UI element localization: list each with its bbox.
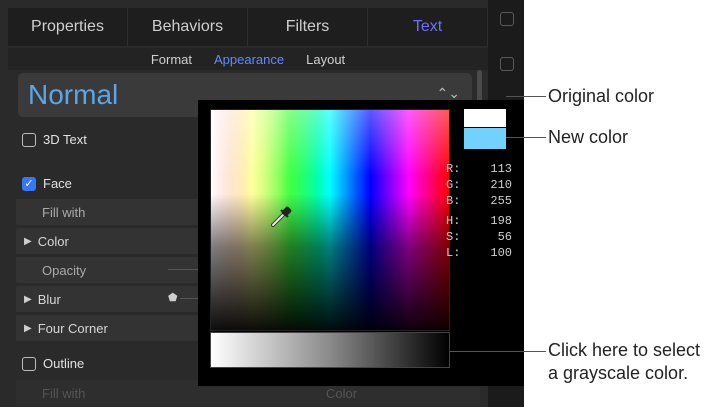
- r-label: R:: [446, 162, 461, 176]
- tab-behaviors[interactable]: Behaviors: [128, 8, 248, 46]
- tab-filters[interactable]: Filters: [248, 8, 368, 46]
- preset-value: Normal: [28, 79, 119, 110]
- r-value: 113: [490, 162, 512, 176]
- blur-slider-knob[interactable]: ⬟: [168, 293, 178, 304]
- face-checkbox[interactable]: ✓: [22, 176, 36, 191]
- disclosure-triangle-icon[interactable]: ▶: [24, 236, 32, 247]
- four-corner-label: Four Corner: [37, 320, 108, 336]
- l-label: L:: [446, 246, 461, 260]
- grayscale-bar[interactable]: [210, 332, 450, 368]
- opacity-label: Opacity: [42, 262, 87, 278]
- eyedropper-icon: [271, 206, 292, 227]
- fill-with-label: Fill with: [42, 204, 86, 220]
- face-label: Face: [43, 176, 72, 191]
- tab-properties[interactable]: Properties: [8, 8, 128, 46]
- disclosure-triangle-icon[interactable]: ▶: [24, 294, 32, 305]
- blur-label: Blur: [37, 291, 61, 307]
- subtab-layout[interactable]: Layout: [306, 52, 345, 67]
- outline-label: Outline: [43, 356, 85, 371]
- inspector-tabbar: Properties Behaviors Filters Text: [8, 8, 488, 46]
- callout-line-new: [506, 137, 546, 138]
- callout-grayscale: Click here to select a grayscale color.: [548, 339, 700, 385]
- callout-line-original: [506, 96, 546, 97]
- subtab-appearance[interactable]: Appearance: [214, 52, 284, 67]
- tab-text[interactable]: Text: [368, 8, 488, 46]
- g-value: 210: [490, 178, 512, 192]
- scrollbar[interactable]: [477, 70, 482, 104]
- disclosure-triangle-icon[interactable]: ▶: [24, 323, 32, 334]
- text-subtabs: Format Appearance Layout: [8, 48, 488, 70]
- callout-grayscale-line2: a grayscale color.: [548, 363, 689, 383]
- h-value: 198: [490, 214, 512, 228]
- callout-grayscale-line1: Click here to select: [548, 340, 701, 360]
- outline-header[interactable]: Outline: [22, 356, 84, 371]
- outline-checkbox[interactable]: [22, 356, 36, 371]
- strip-checkbox[interactable]: [500, 57, 514, 71]
- callout-original-color: Original color: [548, 86, 655, 106]
- s-value: 56: [497, 230, 512, 244]
- face-header[interactable]: ✓ Face: [22, 176, 72, 191]
- callout-new-color: New color: [548, 127, 629, 147]
- strip-checkbox[interactable]: [500, 12, 514, 26]
- blur-slider-track[interactable]: [180, 298, 198, 299]
- callout-line-grayscale: [450, 351, 546, 352]
- original-color-swatch[interactable]: [464, 109, 506, 127]
- b-value: 255: [490, 194, 512, 208]
- s-label: S:: [446, 230, 461, 244]
- text3d-header[interactable]: 3D Text: [22, 132, 87, 147]
- color-spectrum[interactable]: [210, 109, 450, 331]
- l-value: 100: [490, 246, 512, 260]
- subtab-format[interactable]: Format: [151, 52, 192, 67]
- outline-fill-value: Color: [326, 385, 358, 401]
- h-label: H:: [446, 214, 461, 228]
- outline-fill-label: Fill with: [42, 385, 86, 401]
- g-label: G:: [446, 178, 461, 192]
- text3d-checkbox[interactable]: [22, 132, 36, 147]
- opacity-slider-track[interactable]: [168, 269, 198, 270]
- new-color-swatch: [464, 128, 506, 149]
- text3d-label: 3D Text: [43, 132, 87, 147]
- color-picker-popover: R: 113 G: 210 B: 255 H: 198 S: 56 L: 100: [198, 100, 524, 386]
- b-label: B:: [446, 194, 461, 208]
- color-label: Color: [37, 233, 69, 249]
- color-values: R: 113 G: 210 B: 255 H: 198 S: 56 L: 100: [446, 162, 512, 262]
